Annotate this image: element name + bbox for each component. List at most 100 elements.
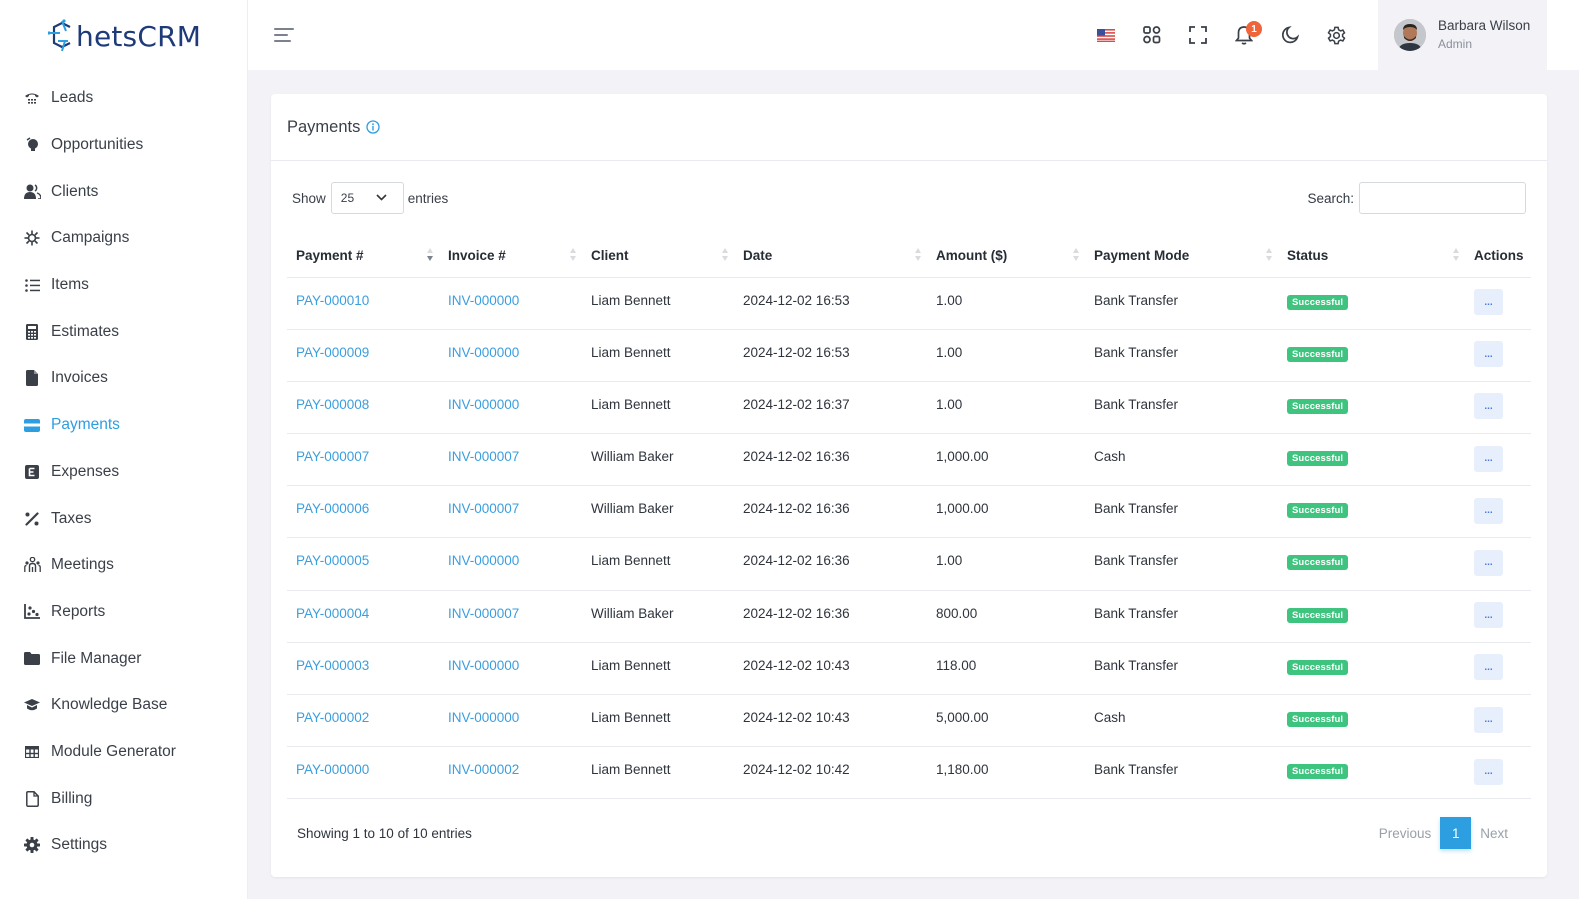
invoice-link[interactable]: INV-000000 xyxy=(448,553,519,568)
sidebar: hetsCRM Leads Opportunities Clients Camp… xyxy=(0,0,248,899)
status-badge: Successful xyxy=(1287,346,1349,362)
payment-mode-cell: Bank Transfer xyxy=(1085,381,1278,435)
status-badge: Successful xyxy=(1287,503,1349,519)
row-actions-button[interactable]: ... xyxy=(1474,602,1503,629)
pagination-next[interactable]: Next xyxy=(1471,826,1517,841)
date-cell: 2024-12-02 16:53 xyxy=(734,329,927,382)
sidebar-item-items[interactable]: Items xyxy=(0,262,247,309)
pagination: Previous 1 Next xyxy=(1370,817,1517,849)
fullscreen-icon[interactable] xyxy=(1175,12,1221,58)
table-body: PAY-000010 INV-000000 Liam Bennett 2024-12-… xyxy=(287,277,1531,800)
sidebar-item-expenses[interactable]: Expenses xyxy=(0,449,247,496)
user-name: Barbara Wilson xyxy=(1438,18,1531,33)
row-actions-button[interactable]: ... xyxy=(1474,549,1503,576)
graduation-cap-icon xyxy=(23,696,41,714)
invoice-link[interactable]: INV-000000 xyxy=(448,710,519,725)
column-header-actions: Actions xyxy=(1465,234,1531,278)
sidebar-item-billing[interactable]: Billing xyxy=(0,775,247,822)
sort-icon xyxy=(570,248,576,264)
notifications-bell-icon[interactable]: 1 xyxy=(1221,12,1267,58)
apps-grid-icon[interactable] xyxy=(1129,12,1175,58)
sidebar-item-taxes[interactable]: Taxes xyxy=(0,495,247,542)
search-input[interactable] xyxy=(1359,182,1526,214)
sidebar-item-module-generator[interactable]: Module Generator xyxy=(0,729,247,776)
amount-cell: 1.00 xyxy=(927,381,1085,435)
sidebar-item-label: Meetings xyxy=(51,556,114,574)
column-header-amount[interactable]: Amount ($) xyxy=(927,234,1085,278)
search-label: Search: xyxy=(1307,190,1354,206)
sidebar-item-payments[interactable]: Payments xyxy=(0,402,247,449)
table-row: PAY-000006 INV-000007 William Baker 2024-12… xyxy=(287,485,1531,539)
sidebar-nav: Leads Opportunities Clients Campaigns It… xyxy=(0,75,247,869)
row-actions-button[interactable]: ... xyxy=(1474,758,1503,785)
expense-e-icon xyxy=(23,463,41,481)
invoice-link[interactable]: INV-000000 xyxy=(448,293,519,308)
row-actions-button[interactable]: ... xyxy=(1474,445,1503,472)
sidebar-item-campaigns[interactable]: Campaigns xyxy=(0,215,247,262)
invoice-link[interactable]: INV-000007 xyxy=(448,606,519,621)
invoice-link[interactable]: INV-000000 xyxy=(448,345,519,360)
pagination-page-1[interactable]: 1 xyxy=(1440,817,1472,849)
column-header-payment[interactable]: Payment # xyxy=(287,234,439,278)
sidebar-item-label: Leads xyxy=(51,89,94,107)
language-flag-us-icon[interactable] xyxy=(1083,12,1129,58)
brand-logo[interactable]: hetsCRM xyxy=(48,16,201,56)
topbar-actions: 1 xyxy=(1083,0,1359,70)
invoice-link[interactable]: INV-000000 xyxy=(448,397,519,412)
row-actions-button[interactable]: ... xyxy=(1474,393,1503,420)
row-actions-button[interactable]: ... xyxy=(1474,654,1503,681)
payment-link[interactable]: PAY-000010 xyxy=(296,293,369,308)
client-cell: Liam Bennett xyxy=(582,642,734,696)
payment-link[interactable]: PAY-000000 xyxy=(296,762,369,777)
menu-toggle-icon[interactable] xyxy=(274,25,296,45)
sidebar-item-opportunities[interactable]: Opportunities xyxy=(0,122,247,169)
sidebar-item-file-manager[interactable]: File Manager xyxy=(0,635,247,682)
row-actions-button[interactable]: ... xyxy=(1474,706,1503,733)
sidebar-item-reports[interactable]: Reports xyxy=(0,589,247,636)
payment-link[interactable]: PAY-000009 xyxy=(296,345,369,360)
dark-mode-moon-icon[interactable] xyxy=(1267,12,1313,58)
column-header-client[interactable]: Client xyxy=(582,234,734,278)
status-badge: Successful xyxy=(1287,555,1349,571)
sidebar-item-knowledge-base[interactable]: Knowledge Base xyxy=(0,682,247,729)
column-header-date[interactable]: Date xyxy=(734,234,927,278)
sidebar-item-leads[interactable]: Leads xyxy=(0,75,247,122)
payment-link[interactable]: PAY-000004 xyxy=(296,606,369,621)
row-actions-button[interactable]: ... xyxy=(1474,289,1503,315)
info-icon[interactable] xyxy=(366,120,381,134)
row-actions-button[interactable]: ... xyxy=(1474,497,1503,524)
sidebar-item-settings[interactable]: Settings xyxy=(0,822,247,869)
payment-mode-cell: Cash xyxy=(1085,433,1278,487)
payment-mode-cell: Bank Transfer xyxy=(1085,642,1278,696)
payment-link[interactable]: PAY-000008 xyxy=(296,397,369,412)
payment-link[interactable]: PAY-000006 xyxy=(296,501,369,516)
sidebar-item-clients[interactable]: Clients xyxy=(0,168,247,215)
invoice-link[interactable]: INV-000000 xyxy=(448,658,519,673)
sort-icon xyxy=(1453,248,1459,264)
payment-link[interactable]: PAY-000007 xyxy=(296,449,369,464)
status-badge: Successful xyxy=(1287,764,1349,780)
invoice-link[interactable]: INV-000007 xyxy=(448,449,519,464)
sidebar-item-meetings[interactable]: Meetings xyxy=(0,542,247,589)
sidebar-item-invoices[interactable]: Invoices xyxy=(0,355,247,402)
payment-link[interactable]: PAY-000002 xyxy=(296,710,369,725)
column-header-status[interactable]: Status xyxy=(1278,234,1465,278)
column-header-payment-mode[interactable]: Payment Mode xyxy=(1085,234,1278,278)
payment-link[interactable]: PAY-000003 xyxy=(296,658,369,673)
table-row: PAY-000004 INV-000007 William Baker 2024-12… xyxy=(287,590,1531,643)
pagination-previous[interactable]: Previous xyxy=(1370,826,1441,841)
sidebar-item-estimates[interactable]: Estimates xyxy=(0,308,247,355)
invoice-link[interactable]: INV-000007 xyxy=(448,501,519,516)
client-cell: Liam Bennett xyxy=(582,381,734,435)
payment-mode-cell: Bank Transfer xyxy=(1085,590,1278,643)
column-header-invoice[interactable]: Invoice # xyxy=(439,234,582,278)
date-cell: 2024-12-02 16:36 xyxy=(734,590,927,643)
payments-table: Payment # Invoice # Client Date Amount (… xyxy=(287,234,1531,800)
payment-mode-cell: Bank Transfer xyxy=(1085,746,1278,800)
settings-gear-icon[interactable] xyxy=(1313,12,1359,58)
payment-link[interactable]: PAY-000005 xyxy=(296,553,369,568)
page-size-select[interactable]: 25 xyxy=(330,182,404,214)
user-profile-menu[interactable]: Barbara Wilson Admin xyxy=(1378,0,1547,70)
row-actions-button[interactable]: ... xyxy=(1474,341,1503,368)
invoice-link[interactable]: INV-000002 xyxy=(448,762,519,777)
